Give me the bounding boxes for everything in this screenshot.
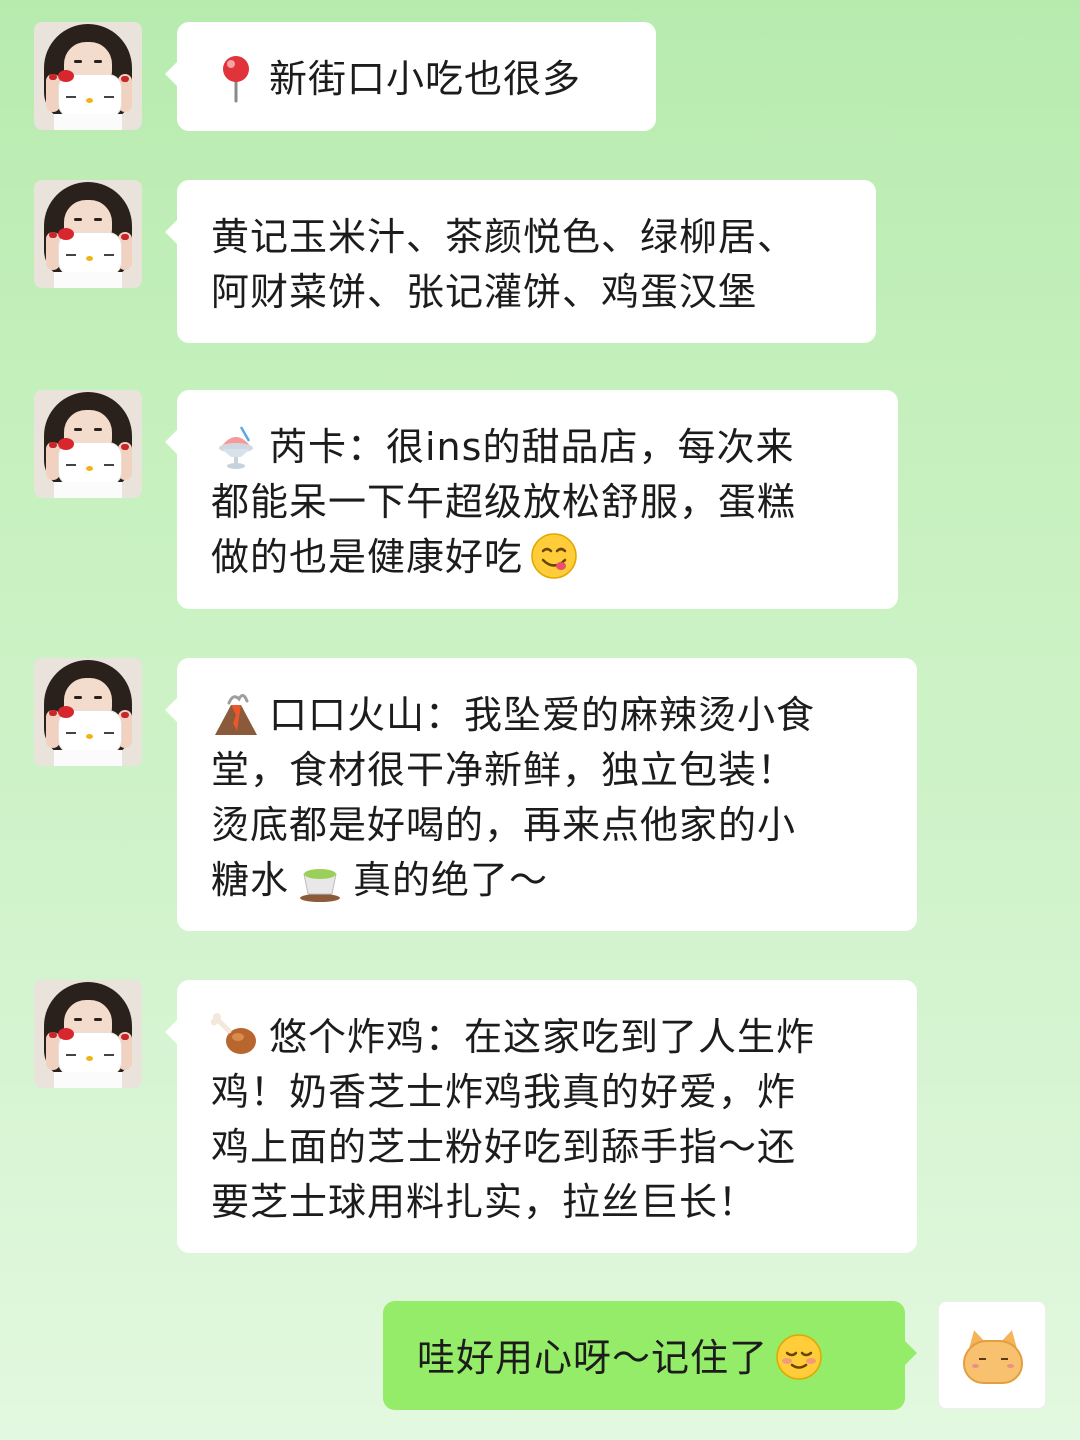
avatar-sender[interactable] xyxy=(34,658,142,766)
round-pushpin-icon xyxy=(223,55,249,102)
avatar-sender[interactable] xyxy=(34,390,142,498)
message-line: 糖水 xyxy=(211,858,290,902)
message-line: 做的也是健康好吃 xyxy=(211,535,524,579)
avatar-me[interactable] xyxy=(938,1301,1046,1409)
message-line: 新街口小吃也很多 xyxy=(269,57,582,101)
message-line: 阿财菜饼、张记灌饼、鸡蛋汉堡 xyxy=(211,270,758,314)
message-bubble[interactable]: 口口火山：我坠爱的麻辣烫小食 堂，食材很干净新鲜，独立包装！ 烫底都是好喝的，再… xyxy=(165,658,917,931)
message-bubble[interactable]: 黄记玉米汁、茶颜悦色、绿柳居、 阿财菜饼、张记灌饼、鸡蛋汉堡 xyxy=(165,180,876,343)
my-message-bubble[interactable]: 哇好用心呀～记住了 xyxy=(383,1301,917,1410)
avatar-sender[interactable] xyxy=(34,180,142,288)
message-text: 黄记玉米汁、茶颜悦色、绿柳居、 阿财菜饼、张记灌饼、鸡蛋汉堡 xyxy=(211,210,842,320)
message-text: 哇好用心呀～记住了 xyxy=(417,1331,871,1386)
message-line: 芮卡：很ins的甜品店，每次来 xyxy=(269,425,795,469)
message-line: 都能呆一下午超级放松舒服，蛋糕 xyxy=(211,480,797,524)
message-line: 烫底都是好喝的，再来点他家的小 xyxy=(211,803,797,847)
message-bubble[interactable]: 新街口小吃也很多 xyxy=(165,22,656,131)
message-text: 口口火山：我坠爱的麻辣烫小食 堂，食材很干净新鲜，独立包装！ 烫底都是好喝的，再… xyxy=(211,688,883,908)
volcano-icon xyxy=(215,693,257,735)
message-text: 悠个炸鸡：在这家吃到了人生炸 鸡！奶香芝士炸鸡我真的好爱，炸 鸡上面的芝士粉好吃… xyxy=(211,1010,883,1230)
message-line: 鸡上面的芝士粉好吃到舔手指～还 xyxy=(211,1125,797,1169)
face-savoring-food-icon xyxy=(531,532,577,579)
message-bubble[interactable]: 悠个炸鸡：在这家吃到了人生炸 鸡！奶香芝士炸鸡我真的好爱，炸 鸡上面的芝士粉好吃… xyxy=(165,980,917,1253)
message-line: 堂，食材很干净新鲜，独立包装！ xyxy=(211,748,797,792)
message-bubble[interactable]: 芮卡：很ins的甜品店，每次来 都能呆一下午超级放松舒服，蛋糕 做的也是健康好吃 xyxy=(165,390,898,609)
avatar-sender[interactable] xyxy=(34,22,142,130)
chat-window: 新街口小吃也很多 黄记玉米汁、茶颜悦色、绿柳居、 阿财菜饼、张记灌饼、鸡蛋汉堡 xyxy=(0,0,1080,1440)
message-line: 鸡！奶香芝士炸鸡我真的好爱，炸 xyxy=(211,1070,797,1114)
shaved-ice-icon xyxy=(219,425,253,469)
message-line: 口口火山：我坠爱的麻辣烫小食 xyxy=(269,693,816,737)
message-text: 芮卡：很ins的甜品店，每次来 都能呆一下午超级放松舒服，蛋糕 做的也是健康好吃 xyxy=(211,420,864,585)
message-line: 真的绝了～ xyxy=(353,858,549,902)
avatar-sender[interactable] xyxy=(34,980,142,1088)
teacup-icon xyxy=(300,868,341,902)
message-line: 要芝士球用料扎实，拉丝巨长！ xyxy=(211,1180,758,1224)
message-text: 新街口小吃也很多 xyxy=(211,52,622,107)
message-line: 哇好用心呀～记住了 xyxy=(417,1336,769,1380)
message-line: 悠个炸鸡：在这家吃到了人生炸 xyxy=(269,1015,816,1059)
poultry-leg-icon xyxy=(211,1012,256,1054)
message-line: 黄记玉米汁、茶颜悦色、绿柳居、 xyxy=(211,215,797,259)
smiling-face-icon xyxy=(776,1333,822,1380)
